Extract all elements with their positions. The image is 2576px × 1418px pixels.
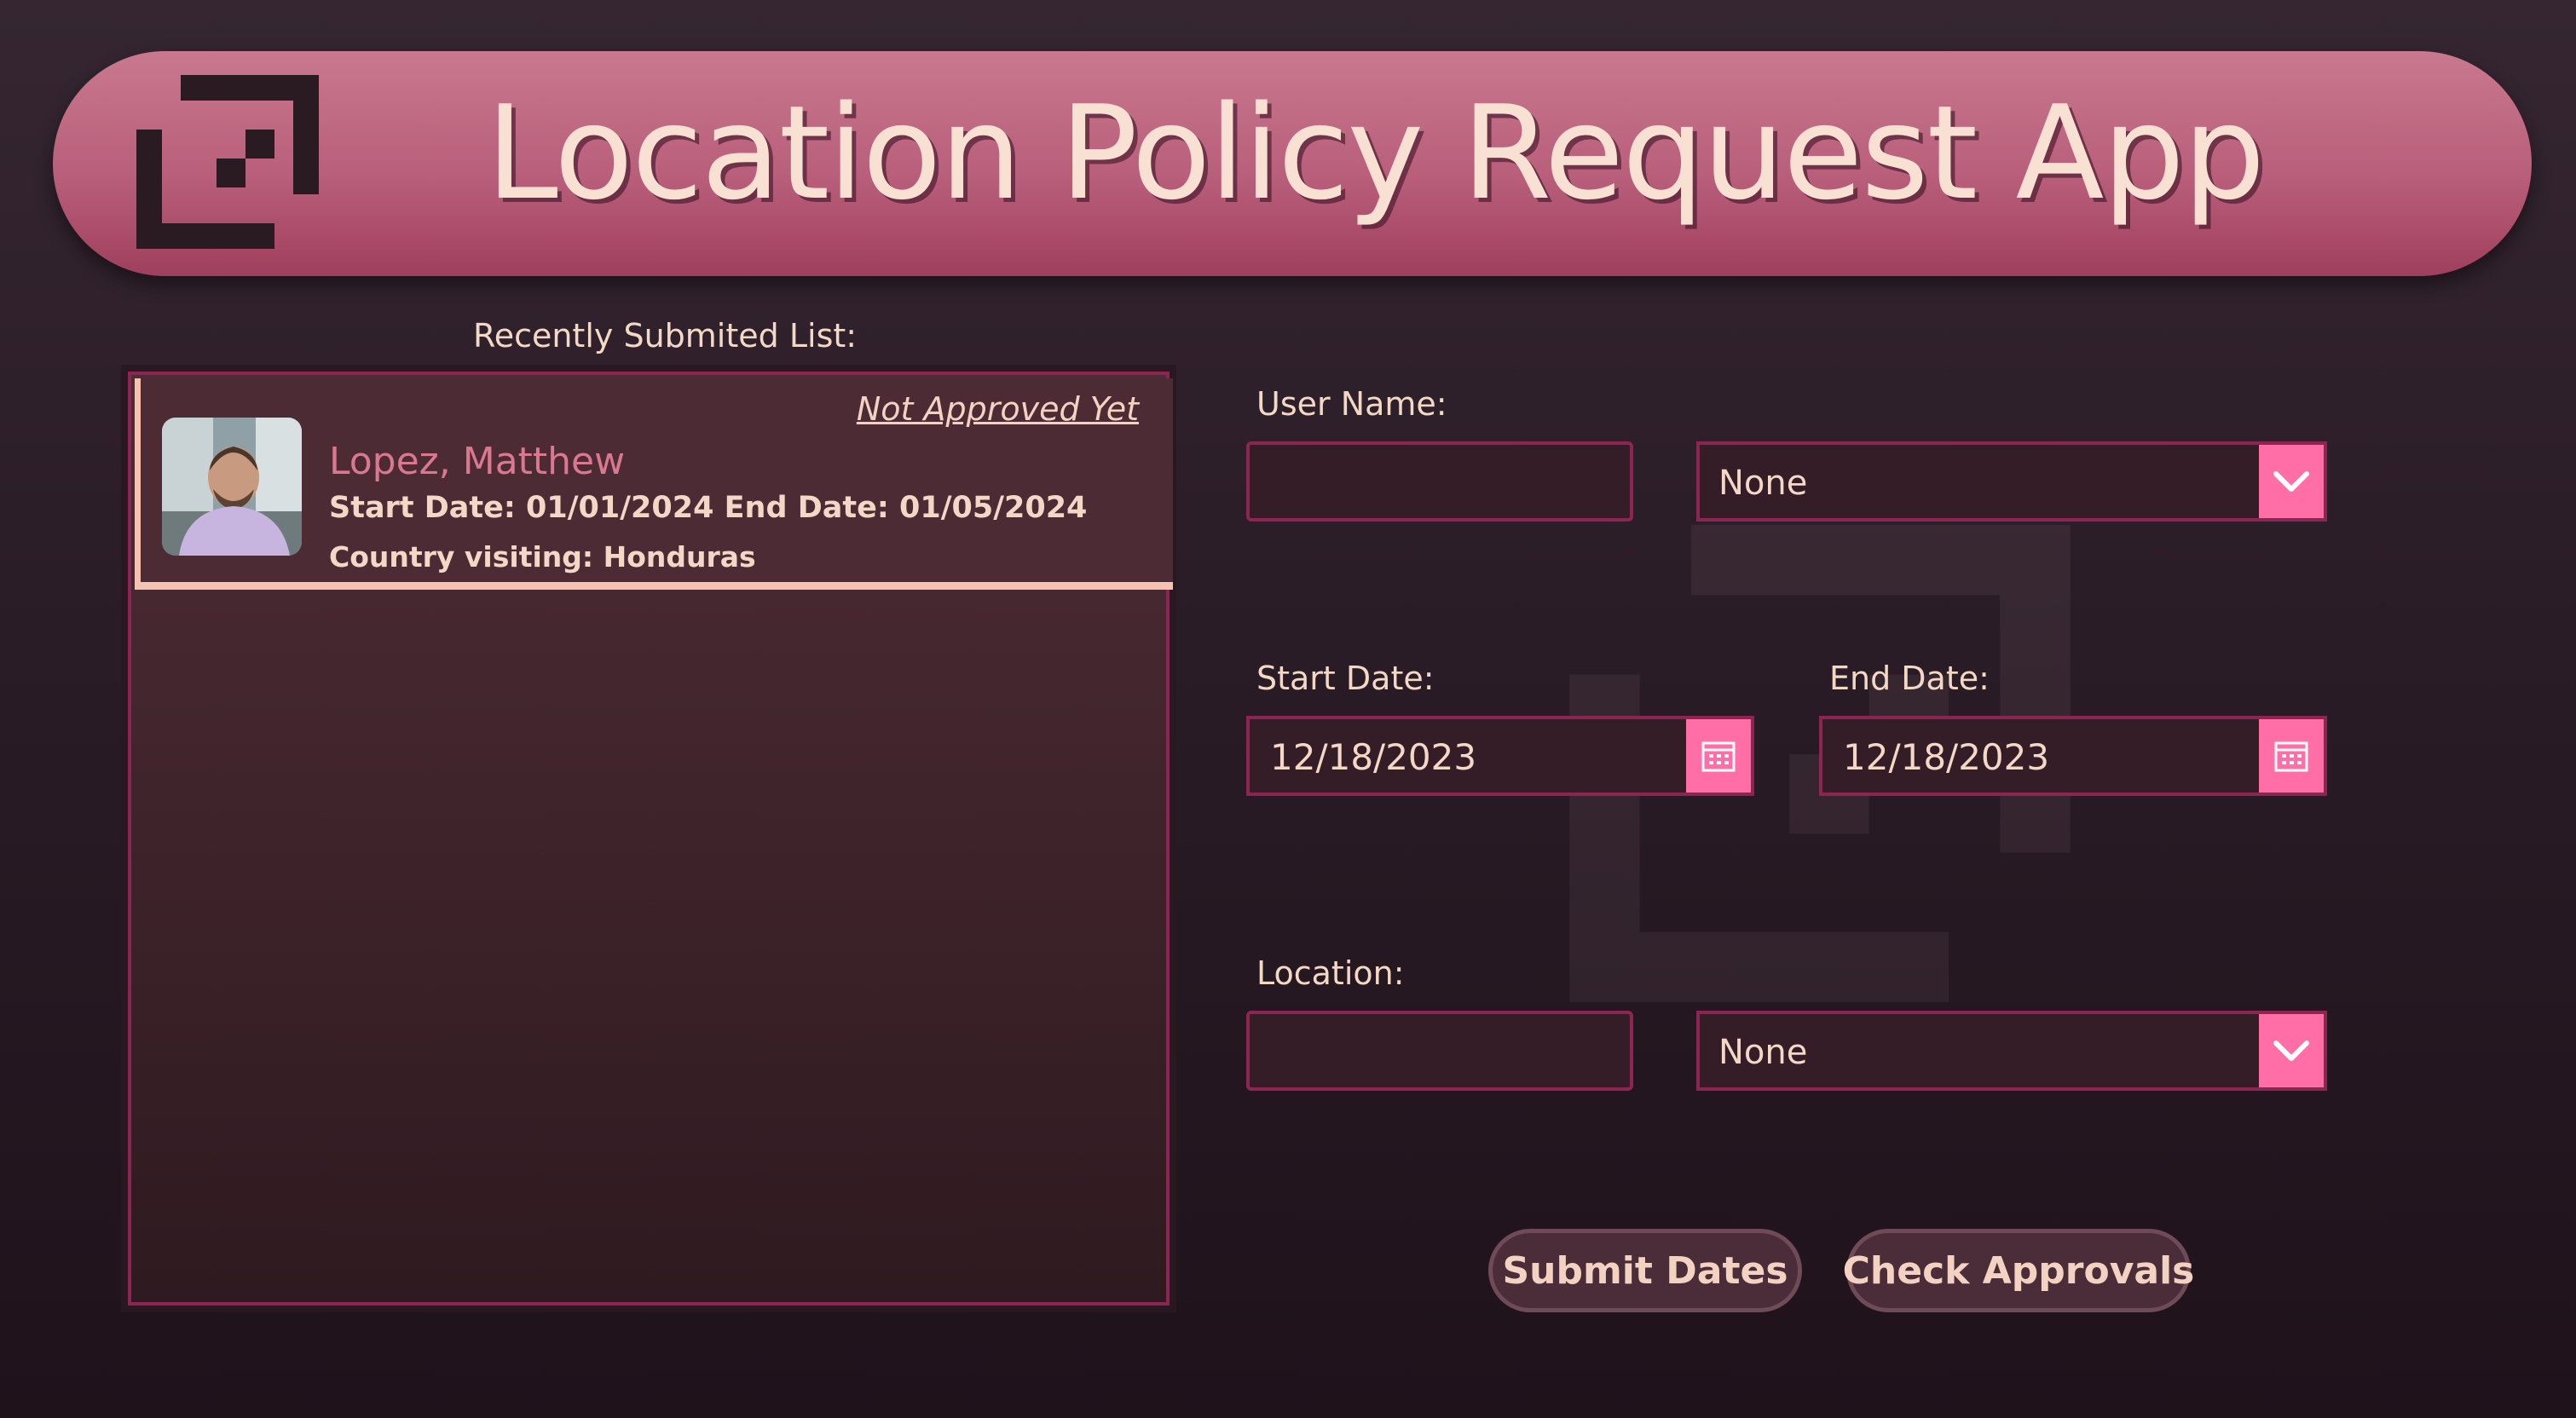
location-dropdown[interactable]: None (1696, 1011, 2327, 1091)
location-dropdown-value: None (1718, 1033, 1808, 1072)
request-dates: Start Date: 01/01/2024 End Date: 01/05/2… (329, 491, 1088, 525)
start-date-picker[interactable]: 12/18/2023 (1246, 716, 1754, 796)
chevron-down-icon[interactable] (2259, 445, 2324, 518)
calendar-icon[interactable] (1686, 719, 1751, 793)
check-approvals-button[interactable]: Check Approvals (1843, 1229, 2194, 1312)
recent-list-label: Recently Submited List: (473, 317, 858, 354)
start-date-value: 12/18/2023 (1270, 736, 1477, 778)
app-title: Location Policy Request App (486, 78, 2265, 228)
start-date-label: Start Date: (1256, 660, 1435, 697)
end-date-picker[interactable]: 12/18/2023 (1819, 716, 2327, 796)
country-visiting: Country visiting: Honduras (329, 540, 756, 574)
calendar-icon[interactable] (2259, 719, 2324, 793)
end-date-label: End Date: (1829, 660, 1990, 697)
requester-name: Lopez, Matthew (329, 440, 626, 483)
user-avatar (162, 418, 302, 556)
end-date-value: 12/18/2023 (1843, 736, 2050, 778)
approval-status: Not Approved Yet (856, 390, 1139, 428)
user-name-dropdown[interactable]: None (1696, 441, 2327, 522)
submit-dates-button[interactable]: Submit Dates (1488, 1229, 1802, 1312)
user-name-input[interactable] (1246, 441, 1633, 522)
chevron-down-icon[interactable] (2259, 1014, 2324, 1087)
user-name-label: User Name: (1256, 385, 1447, 423)
location-input[interactable] (1246, 1011, 1633, 1091)
location-label: Location: (1256, 954, 1405, 992)
app-logo-icon (136, 75, 319, 249)
user-name-dropdown-value: None (1718, 464, 1808, 503)
